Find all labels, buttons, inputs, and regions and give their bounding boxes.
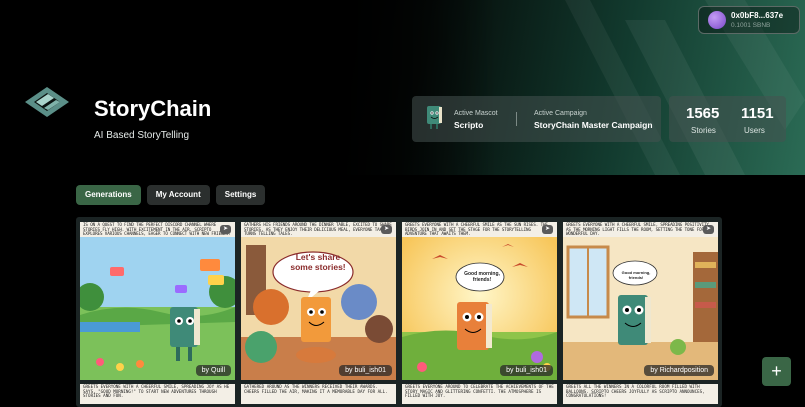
story-card[interactable]: GREETS ALL THE WINNERS IN A COLORFUL ROO… — [563, 384, 718, 404]
story-text: GREETS ALL THE WINNERS IN A COLORFUL ROO… — [566, 384, 705, 399]
stats-card: 1565 Stories 1151 Users — [669, 96, 786, 142]
mascot-name: Scripto — [454, 120, 484, 130]
story-card[interactable]: GREETS EVERYONE WITH A CHEERFUL SMILE AS… — [402, 222, 557, 380]
wallet-address: 0x0bF8...637e — [731, 10, 784, 20]
story-image — [563, 237, 718, 380]
card-divider — [516, 112, 517, 126]
stories-label: Stories — [691, 126, 716, 135]
storychain-logo-icon — [25, 87, 69, 117]
users-count: 1151 — [741, 105, 774, 122]
story-text: IS ON A QUEST TO FIND THE PERFECT DISCOR… — [83, 222, 231, 237]
wallet-button[interactable]: 0x0bF8...637e 0.1001 SBNB — [698, 6, 800, 34]
story-text: GREETS EVERYONE WITH A CHEERFUL SMILE, S… — [566, 222, 709, 237]
speech-bubble: Good morning, friends! — [621, 270, 651, 280]
story-card[interactable]: IS ON A QUEST TO FIND THE PERFECT DISCOR… — [80, 222, 235, 380]
page-subtitle: AI Based StoryTelling — [94, 130, 190, 141]
campaign-label: Active Campaign — [534, 110, 587, 117]
story-text: GREETS EVERYONE AROUND TO CELEBRATE THE … — [405, 384, 554, 399]
add-story-button[interactable]: + — [762, 357, 791, 386]
story-text: GATHERS HIS FRIENDS AROUND THE DINNER TA… — [244, 222, 392, 237]
share-icon[interactable]: ➤ — [542, 225, 553, 234]
tab-bar: Generations My Account Settings — [76, 185, 271, 205]
wallet-balance: 0.1001 SBNB — [731, 21, 771, 29]
wallet-avatar — [708, 11, 726, 29]
author-badge: by Richardposition — [644, 365, 714, 376]
story-text: GREETS EVERYONE WITH A CHEERFUL SMILE AS… — [405, 222, 548, 237]
speech-bubble: Good morning, friends! — [464, 271, 500, 283]
story-text: GREETS EVERYONE WITH A CHEERFUL SMILE, S… — [83, 384, 230, 399]
author-badge: by buli_ish01 — [339, 365, 392, 376]
tab-settings[interactable]: Settings — [215, 185, 266, 205]
users-label: Users — [744, 126, 765, 135]
book-mascot-icon — [427, 106, 442, 129]
tab-my-account[interactable]: My Account — [146, 185, 210, 205]
share-icon[interactable]: ➤ — [381, 225, 392, 234]
tab-generations[interactable]: Generations — [76, 185, 141, 205]
story-image — [80, 237, 235, 380]
story-gallery: IS ON A QUEST TO FIND THE PERFECT DISCOR… — [76, 217, 722, 407]
mascot-label: Active Mascot — [454, 110, 498, 117]
author-badge: by buli_ish01 — [500, 365, 553, 376]
share-icon[interactable]: ➤ — [703, 225, 714, 234]
share-icon[interactable]: ➤ — [220, 225, 231, 234]
speech-bubble: Let's share some stories! — [290, 252, 346, 272]
story-card[interactable]: GATHERS HIS FRIENDS AROUND THE DINNER TA… — [241, 222, 396, 380]
active-mascot-campaign-card: Active Mascot Scripto Active Campaign St… — [412, 96, 661, 142]
stories-count: 1565 — [686, 105, 720, 122]
story-card[interactable]: GREETS EVERYONE WITH A CHEERFUL SMILE, S… — [563, 222, 718, 380]
story-card[interactable]: GATHERED AROUND AS THE WINNERS RECEIVED … — [241, 384, 396, 404]
story-card[interactable]: GREETS EVERYONE WITH A CHEERFUL SMILE, S… — [80, 384, 235, 404]
story-text: GATHERED AROUND AS THE WINNERS RECEIVED … — [244, 384, 388, 394]
story-image — [402, 237, 557, 380]
campaign-name: StoryChain Master Campaign — [534, 120, 653, 130]
author-badge: by Quill — [195, 365, 231, 376]
story-card[interactable]: GREETS EVERYONE AROUND TO CELEBRATE THE … — [402, 384, 557, 404]
page-title: StoryChain — [94, 96, 212, 121]
